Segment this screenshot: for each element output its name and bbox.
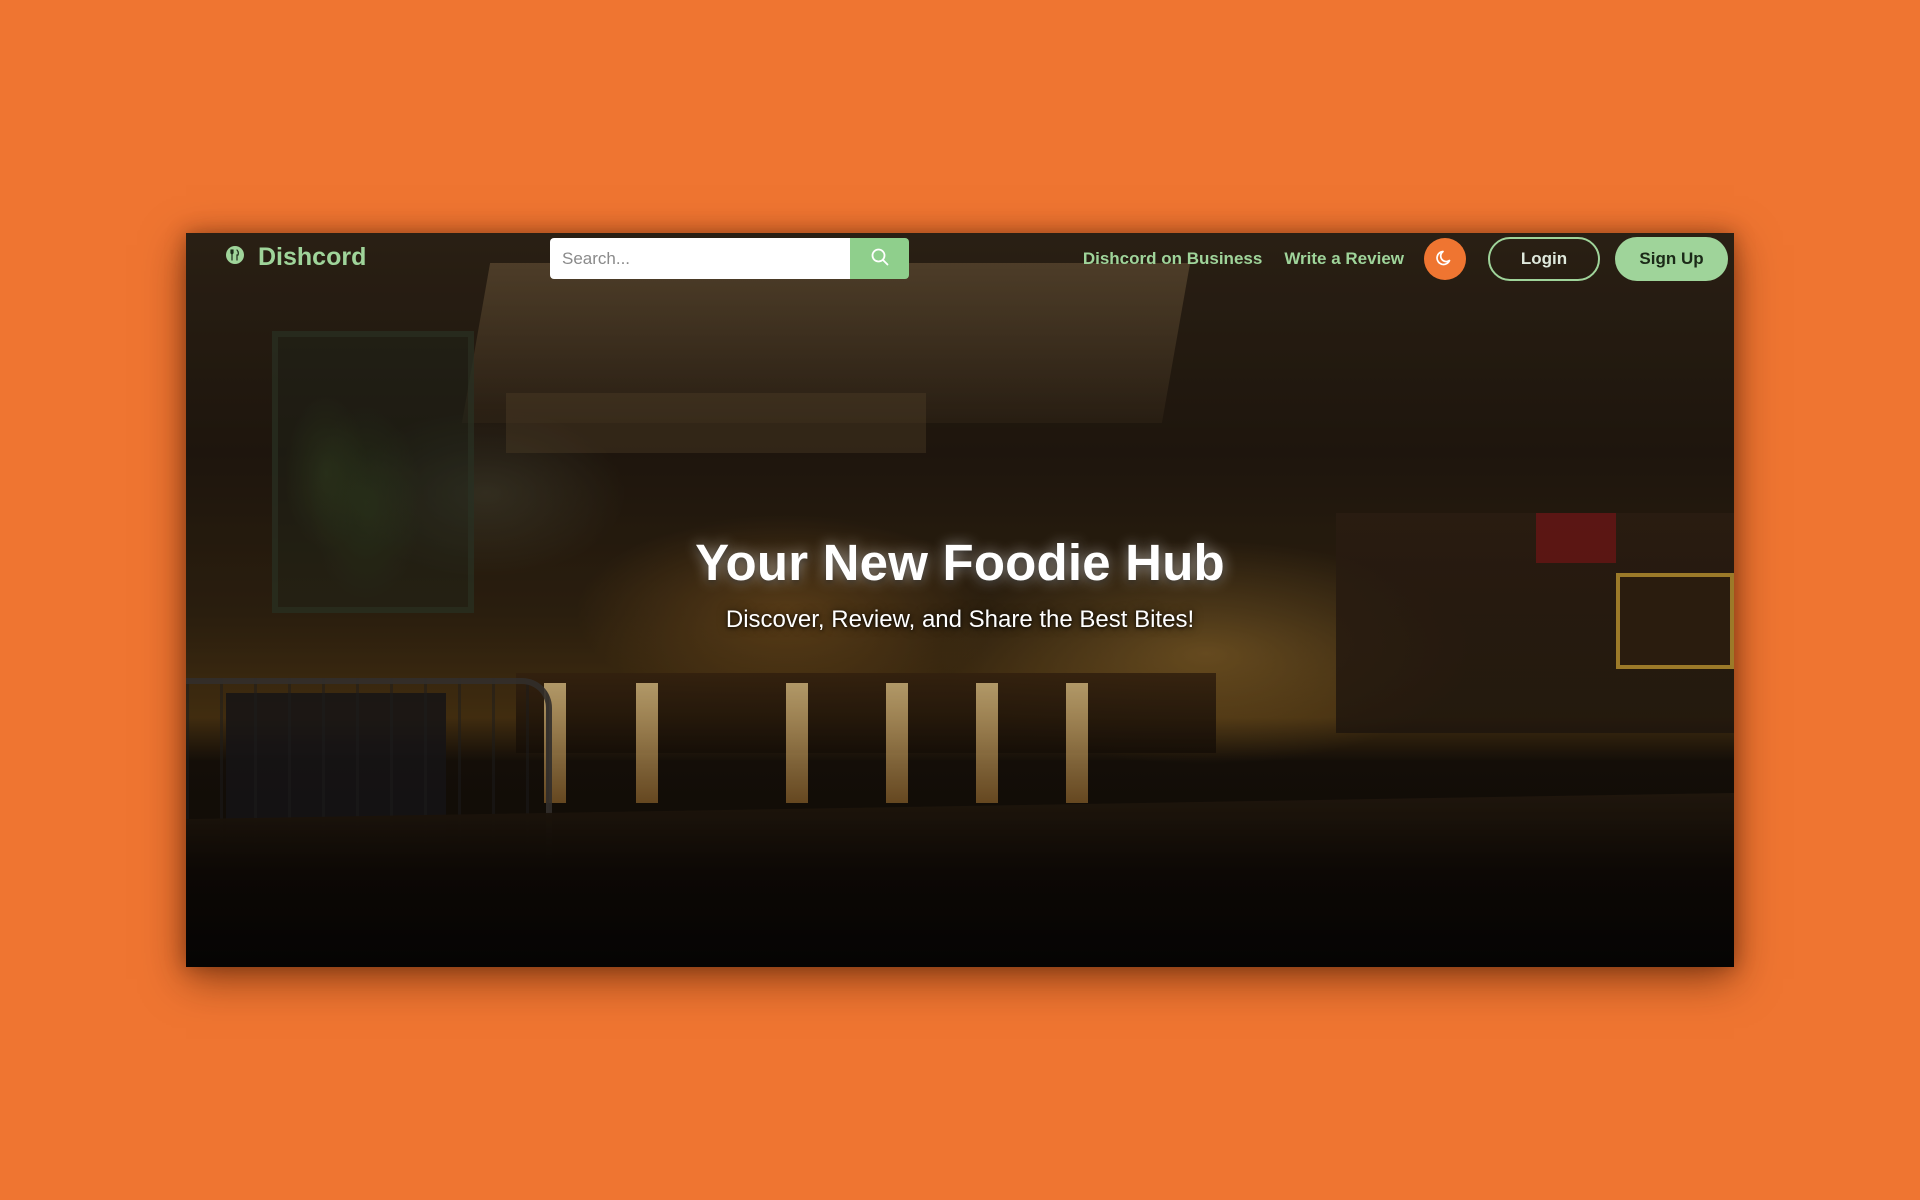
moon-icon [1435,248,1455,271]
brand-logo[interactable]: Dishcord [226,243,366,272]
theme-toggle-button[interactable] [1424,238,1466,280]
hero-subtitle: Discover, Review, and Share the Best Bit… [725,606,1195,633]
search-bar [550,238,911,279]
nav-link-business[interactable]: Dishcord on Business [1083,249,1262,269]
login-button[interactable]: Login [1488,237,1600,281]
signup-button[interactable]: Sign Up [1615,237,1728,281]
nav-links: Dishcord on Business Write a Review Logi… [1083,237,1728,281]
search-input[interactable] [550,238,850,279]
nav-link-write-review[interactable]: Write a Review [1284,249,1404,269]
search-icon [870,247,890,270]
hero-content: Your New Foodie Hub Discover, Review, an… [186,533,1734,634]
hero-title: Your New Foodie Hub [695,534,1225,591]
app-window: Dishcord Dishcord on Business Write a Re… [186,233,1734,967]
search-button[interactable] [850,238,909,279]
utensils-icon [226,245,244,264]
brand-name: Dishcord [258,243,367,271]
navbar: Dishcord Dishcord on Business Write a Re… [186,233,1734,285]
